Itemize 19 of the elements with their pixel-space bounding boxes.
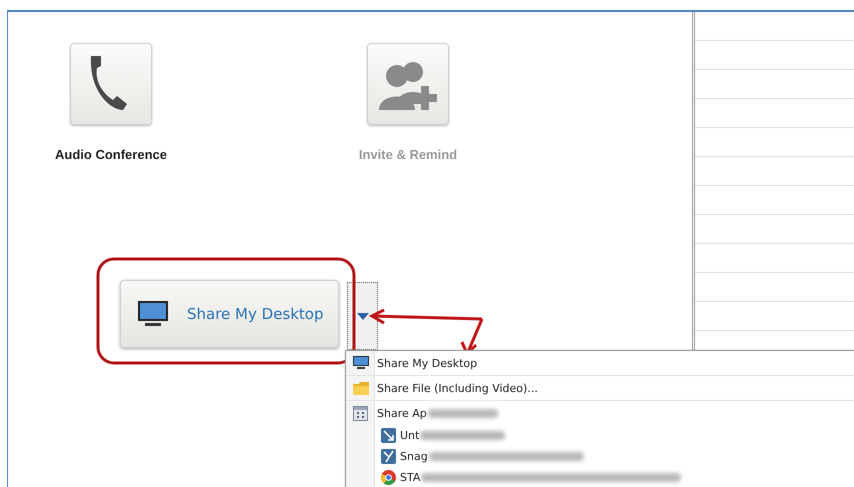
caret-icon (356, 312, 368, 320)
window-app-icon (381, 428, 396, 443)
pen-app-icon (381, 449, 396, 464)
monitor-icon (137, 300, 169, 328)
share-desktop-button[interactable]: Share My Desktop (120, 280, 339, 348)
action-tile[interactable] (70, 43, 152, 125)
action-label: Invite & Remind (358, 147, 458, 162)
blurred-text (428, 408, 498, 418)
action-tile[interactable] (367, 43, 449, 125)
menu-item[interactable]: Share File (Including Video)... (346, 376, 854, 401)
application-icon (353, 406, 368, 420)
menu-item[interactable]: Unt (346, 425, 854, 446)
action-label: Audio Conference (55, 147, 167, 162)
monitor-icon (352, 356, 368, 370)
menu-item[interactable]: STA (346, 467, 854, 487)
menu-item[interactable]: Snag (346, 446, 854, 467)
folder-icon (352, 382, 368, 394)
menu-item[interactable]: Share My Desktop (346, 351, 854, 376)
menu-item[interactable]: Share Ap (346, 401, 854, 425)
